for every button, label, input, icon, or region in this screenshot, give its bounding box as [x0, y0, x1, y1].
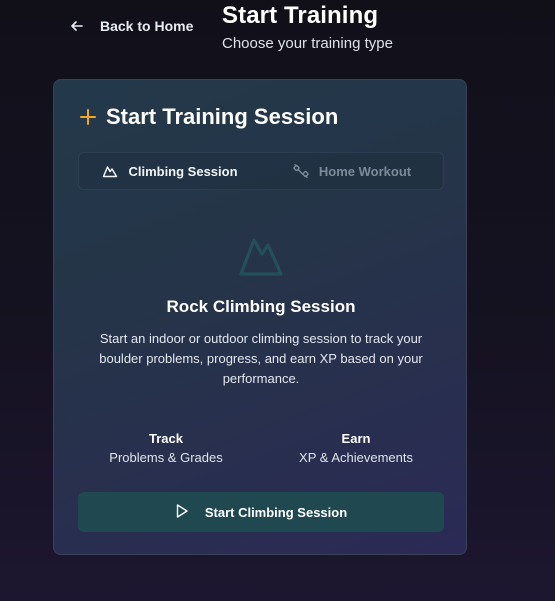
page-title: Start Training	[222, 2, 379, 29]
stat-label: Track	[149, 431, 183, 446]
back-to-home-label: Back to Home	[100, 18, 194, 34]
stat-label: Earn	[341, 431, 371, 446]
tab-home-workout[interactable]: Home Workout	[261, 153, 443, 189]
tab-climbing-session-label: Climbing Session	[128, 163, 238, 179]
play-icon	[175, 503, 189, 522]
plus-icon	[80, 109, 96, 125]
stat-track: Track Problems & Grades	[76, 430, 256, 468]
training-type-tabs: Climbing Session Home Workout	[78, 152, 444, 190]
start-climbing-session-button[interactable]: Start Climbing Session	[78, 492, 444, 532]
stat-value: XP & Achievements	[299, 450, 413, 465]
back-to-home-link[interactable]: Back to Home	[70, 18, 193, 34]
training-session-card: Start Training Session Climbing Session	[53, 79, 467, 555]
card-title: Start Training Session	[106, 104, 339, 129]
session-description: Start an indoor or outdoor climbing sess…	[99, 331, 423, 386]
arrow-left-icon	[70, 19, 84, 33]
tab-climbing-session[interactable]: Climbing Session	[79, 153, 261, 189]
session-title: Rock Climbing Session	[166, 297, 356, 316]
card-header: Start Training Session	[80, 104, 338, 130]
dumbbell-icon	[293, 163, 309, 179]
stat-earn: Earn XP & Achievements	[266, 430, 446, 468]
tab-home-workout-label: Home Workout	[318, 163, 412, 179]
stat-value: Problems & Grades	[109, 450, 223, 465]
mountain-icon	[237, 234, 285, 283]
start-climbing-session-label: Start Climbing Session	[204, 504, 348, 520]
mountain-icon	[102, 164, 118, 178]
page-subtitle: Choose your training type	[222, 35, 393, 52]
